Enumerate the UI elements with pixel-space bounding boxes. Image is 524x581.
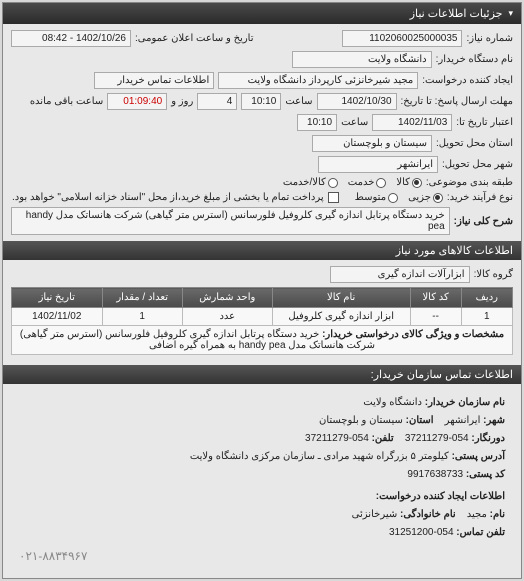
buyer-org-label: نام دستگاه خریدار:	[436, 54, 513, 65]
th-unit: واحد شمارش	[182, 288, 272, 308]
buy-type-radio-group: جزیی متوسط	[355, 192, 443, 203]
contact-section-title: اطلاعات تماس سازمان خریدار:	[3, 365, 521, 384]
c-name-label: نام:	[490, 509, 505, 520]
radio-buy-mid[interactable]: جزیی	[408, 192, 443, 203]
city-value: ایرانشهر	[318, 156, 438, 173]
radio-dot-icon	[376, 178, 386, 188]
province-label: استان محل تحویل:	[436, 138, 513, 149]
c-province-label: استان:	[406, 415, 434, 426]
req-no-value: 1102060025000035	[342, 30, 462, 47]
radio-lc[interactable]: کالا/خدمت	[283, 177, 338, 188]
c-city-label: شهر:	[483, 415, 505, 426]
c-org-label: نام سازمان خریدار:	[425, 397, 505, 408]
req-no-label: شماره نیاز:	[466, 33, 513, 44]
time-label-2: ساعت	[341, 117, 368, 128]
contact-info-block: نام سازمان خریدار: دانشگاه ولایت شهر: ای…	[11, 390, 513, 572]
th-code: کد کالا	[410, 288, 461, 308]
c-phone-label: تلفن:	[372, 433, 394, 444]
c-postal-value: 9917638733	[407, 469, 463, 480]
buyer-contact-chip[interactable]: اطلاعات تماس خریدار	[94, 72, 214, 89]
table-detail-row: مشخصات و ویژگی کالای درخواستی خریدار: خر…	[12, 326, 513, 355]
category-label: طبقه بندی موضوعی:	[426, 177, 513, 188]
c-org-value: دانشگاه ولایت	[363, 397, 422, 408]
items-table: ردیف کد کالا نام کالا واحد شمارش تعداد /…	[11, 287, 513, 355]
panel-header: ▾ جزئیات اطلاعات نیاز	[3, 3, 521, 24]
radio-buy-low-label: متوسط	[355, 192, 386, 203]
creator-section-label: اطلاعات ایجاد کننده درخواست:	[19, 488, 505, 506]
c-name-value: مجید	[467, 509, 487, 520]
radio-buy-low[interactable]: متوسط	[355, 192, 398, 203]
response-time: 10:10	[241, 93, 281, 110]
creator-label: ایجاد کننده درخواست:	[422, 75, 513, 86]
radio-dot-icon	[328, 178, 338, 188]
radio-buy-mid-label: جزیی	[408, 192, 431, 203]
footer-phone: ۰۲۱-۸۸۳۴۹۶۷	[19, 546, 505, 568]
category-radio-group: کالا خدمت کالا/خدمت	[283, 177, 422, 188]
c-phone-value: 054-37211279	[305, 433, 369, 444]
c-address-label: آدرس پستی:	[452, 451, 505, 462]
c-province-value: سیستان و بلوچستان	[319, 415, 403, 426]
response-date: 1402/10/30	[317, 93, 397, 110]
cell-date: 1402/11/02	[12, 308, 103, 326]
cell-code: --	[410, 308, 461, 326]
th-name: نام کالا	[272, 288, 410, 308]
c-surname-value: شیرخانزئی	[352, 509, 398, 520]
province-value: سیستان و بلوچستان	[312, 135, 432, 152]
group-value: ابزارآلات اندازه گیری	[330, 266, 470, 283]
c-fax-value: 054-37211279	[405, 433, 469, 444]
panel-title: جزئیات اطلاعات نیاز	[410, 7, 503, 20]
radio-lc-label: کالا/خدمت	[283, 177, 326, 188]
time-label-1: ساعت	[285, 96, 312, 107]
c-surname-label: نام خانوادگی:	[400, 509, 456, 520]
detail-label: مشخصات و ویژگی کالای درخواستی خریدار:	[322, 329, 504, 340]
radio-dot-icon	[433, 193, 443, 203]
radio-service-label: خدمت	[348, 177, 375, 188]
cell-row: 1	[461, 308, 512, 326]
payment-checkbox[interactable]	[328, 192, 339, 203]
city-label: شهر محل تحویل:	[442, 159, 513, 170]
th-date: تاریخ نیاز	[12, 288, 103, 308]
table-header-row: ردیف کد کالا نام کالا واحد شمارش تعداد /…	[12, 288, 513, 308]
buy-type-label: نوع فرآیند خرید:	[447, 192, 513, 203]
radio-dot-icon	[412, 178, 422, 188]
cell-name: ابزار اندازه گیری کلروفیل	[272, 308, 410, 326]
payment-label: پرداخت تمام یا بخشی از مبلغ خرید،از محل …	[12, 192, 324, 203]
creator-value: مجید شیرخانزئی کارپرداز دانشگاه ولایت	[218, 72, 418, 89]
radio-goods-label: کالا	[396, 177, 410, 188]
th-row: ردیف	[461, 288, 512, 308]
remain-value: 01:09:40	[107, 93, 167, 110]
radio-service[interactable]: خدمت	[348, 177, 387, 188]
c-tel-label: تلفن تماس:	[456, 527, 505, 538]
table-row[interactable]: 1 -- ابزار اندازه گیری کلروفیل عدد 1 140…	[12, 308, 513, 326]
announce-label: تاریخ و ساعت اعلان عمومی:	[135, 33, 254, 44]
validity-time: 10:10	[297, 114, 337, 131]
items-section-title: اطلاعات کالاهای مورد نیاز	[3, 241, 521, 260]
cell-unit: عدد	[182, 308, 272, 326]
radio-goods[interactable]: کالا	[396, 177, 422, 188]
c-fax-label: دورنگار:	[471, 433, 505, 444]
validity-to-label: اعتبار تاریخ تا:	[456, 117, 513, 128]
c-postal-label: کد پستی:	[466, 469, 505, 480]
c-address-value: کیلومتر ۵ بزرگراه شهید مرادی ـ سازمان مر…	[190, 451, 449, 462]
need-title-label: شرح کلی نیاز:	[454, 216, 513, 227]
buyer-org-value: دانشگاه ولایت	[292, 51, 432, 68]
need-title-value: خرید دستگاه پرتابل اندازه گیری کلروفیل ف…	[11, 207, 450, 235]
c-city-value: ایرانشهر	[445, 415, 481, 426]
collapse-icon[interactable]: ▾	[508, 8, 513, 19]
remain-label: ساعت باقی مانده	[30, 96, 103, 107]
cell-qty: 1	[102, 308, 182, 326]
c-tel-value: 054-31251200	[389, 527, 454, 538]
radio-dot-icon	[388, 193, 398, 203]
announce-value: 1402/10/26 - 08:42	[11, 30, 131, 47]
days-value: 4	[197, 93, 237, 110]
response-to-label: مهلت ارسال پاسخ: تا تاریخ:	[401, 96, 513, 107]
th-qty: تعداد / مقدار	[102, 288, 182, 308]
validity-date: 1402/11/03	[372, 114, 452, 131]
group-label: گروه کالا:	[474, 269, 513, 280]
days-label: روز و	[171, 96, 193, 107]
